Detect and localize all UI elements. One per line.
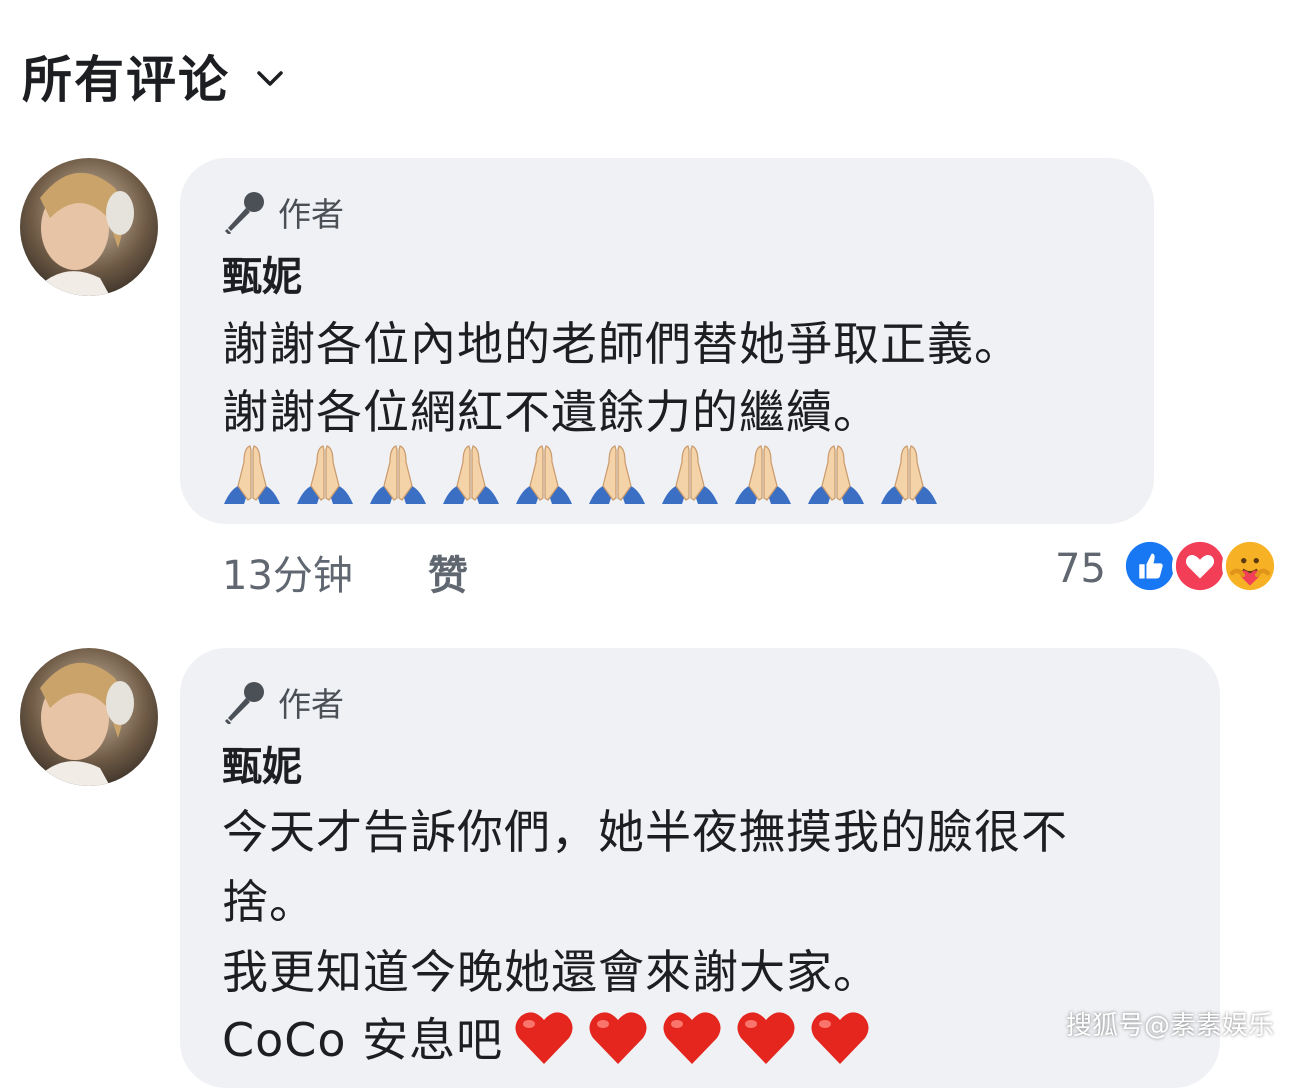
comment-line: 捨。 — [222, 875, 316, 929]
author-label: 作者 — [278, 195, 344, 234]
author-label: 作者 — [278, 685, 344, 724]
care-icon — [1222, 538, 1278, 594]
comment-line: 今天才告訴你們，她半夜撫摸我的臉很不 — [222, 805, 1068, 859]
folded-hands-icon — [808, 445, 864, 504]
all-comments-title: 所有评论 — [22, 51, 230, 109]
watermark: 搜狐号@素素娱乐 — [1065, 1011, 1274, 1041]
avatar[interactable] — [20, 158, 158, 296]
comment-line-last: CoCo 安息吧 — [222, 1004, 883, 1070]
emoji-row — [513, 1008, 883, 1066]
red-heart-icon — [811, 1012, 869, 1064]
reaction-summary[interactable] — [1122, 538, 1278, 594]
red-heart-icon — [589, 1012, 647, 1064]
comment-time[interactable]: 13分钟 — [222, 543, 353, 601]
folded-hands-icon — [516, 445, 572, 504]
chevron-down-icon[interactable] — [256, 70, 284, 88]
comment-line: CoCo 安息吧 — [222, 1013, 504, 1067]
comment-line: 我更知道今晚她還會來謝大家。 — [222, 945, 880, 999]
comment-line: 謝謝各位網紅不遺餘力的繼續。 — [222, 385, 880, 439]
red-heart-icon — [737, 1012, 795, 1064]
microphone-icon — [224, 682, 264, 724]
red-heart-icon — [663, 1012, 721, 1064]
comment-line: 謝謝各位內地的老師們替她爭取正義。 — [222, 317, 1021, 371]
folded-hands-icon — [224, 445, 280, 504]
like-icon — [1122, 538, 1178, 594]
comment-bubble: 作者 甄妮 謝謝各位內地的老師們替她爭取正義。 謝謝各位網紅不遺餘力的繼續。 — [180, 158, 1154, 524]
comment-bubble: 作者 甄妮 今天才告訴你們，她半夜撫摸我的臉很不 捨。 我更知道今晚她還會來謝大… — [180, 648, 1220, 1088]
emoji-row — [222, 442, 952, 506]
microphone-icon — [224, 192, 264, 234]
commenter-name[interactable]: 甄妮 — [222, 734, 302, 792]
comments-header[interactable]: 所有评论 — [22, 40, 284, 112]
folded-hands-icon — [370, 445, 426, 504]
folded-hands-icon — [662, 445, 718, 504]
avatar[interactable] — [20, 648, 158, 786]
folded-hands-icon — [297, 445, 353, 504]
commenter-name[interactable]: 甄妮 — [222, 244, 302, 302]
like-button[interactable]: 赞 — [428, 543, 468, 601]
folded-hands-icon — [735, 445, 791, 504]
red-heart-icon — [515, 1012, 573, 1064]
love-icon — [1172, 538, 1228, 594]
reaction-count[interactable]: 75 — [1055, 546, 1106, 592]
folded-hands-icon — [443, 445, 499, 504]
folded-hands-icon — [589, 445, 645, 504]
author-badge: 作者 — [222, 188, 344, 236]
folded-hands-icon — [881, 445, 937, 504]
author-badge: 作者 — [222, 678, 344, 726]
